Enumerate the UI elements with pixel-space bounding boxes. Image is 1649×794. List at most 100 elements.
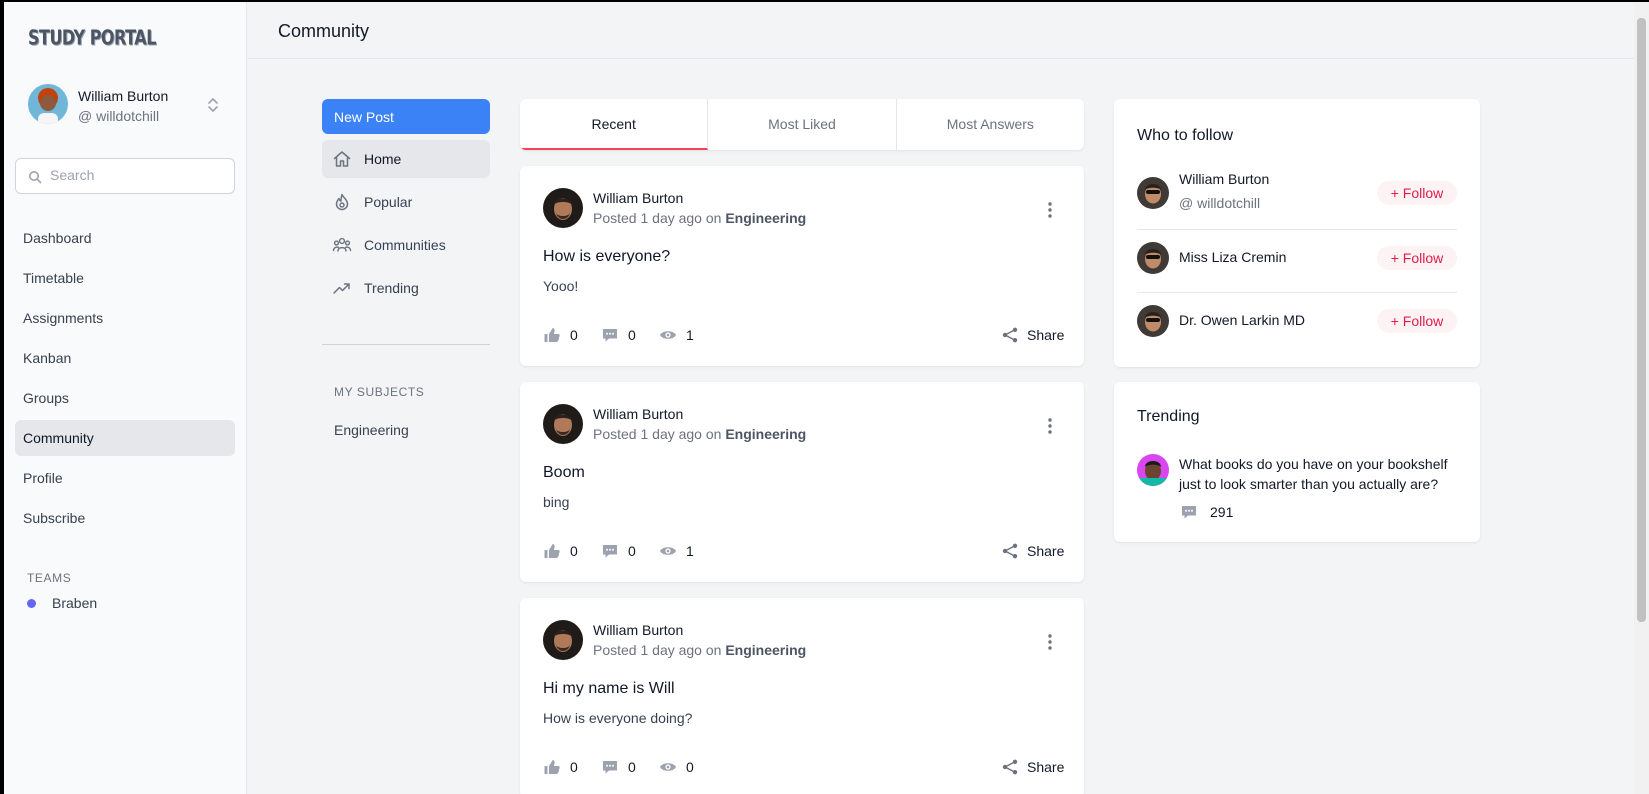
share-label: Share <box>1027 543 1065 559</box>
community-nav-popular[interactable]: Popular <box>322 183 490 221</box>
comment-icon <box>603 329 617 342</box>
sidebar-item-kanban[interactable]: Kanban <box>15 340 235 376</box>
chevron-up-down-icon[interactable] <box>206 96 220 114</box>
search-input[interactable] <box>50 167 220 183</box>
thumbs-up-icon <box>544 760 560 774</box>
post-posted-text: Posted 1 day ago on <box>593 642 722 658</box>
community-nav-divider <box>322 344 490 345</box>
avatar <box>1137 242 1169 274</box>
user-menu[interactable]: William Burton @ willdotchill <box>28 84 228 128</box>
team-label: Braben <box>52 595 98 611</box>
tab-recent[interactable]: Recent <box>520 99 709 150</box>
community-nav-communities[interactable]: Communities <box>322 226 490 264</box>
avatar <box>1137 177 1169 209</box>
follow-name[interactable]: William Burton <box>1179 171 1269 187</box>
feed-tabs: Recent Most Liked Most Answers <box>520 99 1084 150</box>
more-vertical-icon[interactable] <box>1040 632 1060 652</box>
community-nav: New Post Home Popular Communities Trendi… <box>322 99 490 312</box>
team-color-dot <box>27 599 36 608</box>
scrollbar[interactable] <box>1634 2 1649 794</box>
post-title[interactable]: Hi my name is Will <box>543 680 675 698</box>
follow-button[interactable]: + Follow <box>1377 309 1457 333</box>
community-nav-trending[interactable]: Trending <box>322 269 490 307</box>
subjects-heading: MY SUBJECTS <box>334 385 425 399</box>
new-post-button[interactable]: New Post <box>322 99 490 134</box>
comment-count: 0 <box>628 543 636 559</box>
app-logo[interactable]: STUDY PORTAL <box>28 26 156 50</box>
subject-item-engineering[interactable]: Engineering <box>334 422 409 438</box>
follow-suggestion: Dr. Owen Larkin MD + Follow <box>1137 297 1457 347</box>
share-button[interactable]: Share <box>1001 325 1071 345</box>
eye-icon <box>660 763 676 771</box>
avatar <box>543 188 583 228</box>
follow-button[interactable]: + Follow <box>1377 181 1457 205</box>
sidebar-item-subscribe[interactable]: Subscribe <box>15 500 235 536</box>
follow-suggestion: William Burton @ willdotchill + Follow <box>1137 169 1457 219</box>
fire-icon <box>335 193 349 211</box>
post-subject-link[interactable]: Engineering <box>725 642 806 658</box>
follow-suggestion: Miss Liza Cremin + Follow <box>1137 234 1457 284</box>
share-label: Share <box>1027 759 1065 775</box>
comment-button[interactable]: 0 <box>601 757 641 777</box>
sidebar-item-assignments[interactable]: Assignments <box>15 300 235 336</box>
team-item-braben[interactable]: Braben <box>27 593 97 613</box>
view-count: 1 <box>686 327 694 343</box>
share-button[interactable]: Share <box>1001 757 1071 777</box>
scrollbar-thumb[interactable] <box>1637 18 1646 622</box>
comment-count: 0 <box>628 759 636 775</box>
post-subject-link[interactable]: Engineering <box>725 426 806 442</box>
follow-name[interactable]: Dr. Owen Larkin MD <box>1179 312 1305 328</box>
community-nav-label: Communities <box>364 237 446 253</box>
post-author[interactable]: William Burton <box>593 406 683 422</box>
who-to-follow-title: Who to follow <box>1137 127 1234 144</box>
thumbs-up-icon <box>544 544 560 558</box>
post-title[interactable]: How is everyone? <box>543 248 670 266</box>
sidebar-item-timetable[interactable]: Timetable <box>15 260 235 296</box>
comment-button[interactable]: 0 <box>601 541 641 561</box>
sidebar-item-dashboard[interactable]: Dashboard <box>15 220 235 256</box>
sidebar: STUDY PORTAL William Burton @ willdotchi… <box>4 2 247 794</box>
community-nav-label: Popular <box>364 194 413 210</box>
post-title[interactable]: Boom <box>543 464 585 482</box>
post-posted-text: Posted 1 day ago on <box>593 426 722 442</box>
sidebar-item-profile[interactable]: Profile <box>15 460 235 496</box>
views-stat: 1 <box>659 541 699 561</box>
like-button[interactable]: 0 <box>543 757 583 777</box>
community-nav-label: Home <box>364 151 402 167</box>
teams-heading: TEAMS <box>27 571 72 585</box>
like-button[interactable]: 0 <box>543 325 583 345</box>
post-author[interactable]: William Burton <box>593 190 683 206</box>
share-label: Share <box>1027 327 1065 343</box>
post-subject-link[interactable]: Engineering <box>725 210 806 226</box>
view-count: 0 <box>686 759 694 775</box>
tab-most-liked[interactable]: Most Liked <box>708 99 897 150</box>
users-icon <box>332 237 352 252</box>
share-icon <box>1002 759 1018 775</box>
follow-name[interactable]: Miss Liza Cremin <box>1179 249 1286 265</box>
divider <box>1137 229 1457 230</box>
more-vertical-icon[interactable] <box>1040 416 1060 436</box>
more-vertical-icon[interactable] <box>1040 200 1060 220</box>
comment-icon <box>603 761 617 774</box>
comment-icon <box>1182 506 1196 519</box>
post-author[interactable]: William Burton <box>593 622 683 638</box>
sidebar-item-groups[interactable]: Groups <box>15 380 235 416</box>
home-icon <box>333 151 351 167</box>
search-icon <box>29 171 42 184</box>
views-stat: 1 <box>659 325 699 345</box>
like-button[interactable]: 0 <box>543 541 583 561</box>
post-card: William Burton Posted 1 day ago on Engin… <box>520 382 1084 582</box>
user-handle: @ willdotchill <box>78 108 160 124</box>
sidebar-item-community[interactable]: Community <box>15 420 235 456</box>
page-title: Community <box>278 21 370 41</box>
trending-text: What books do you have on your bookshelf… <box>1179 456 1448 492</box>
avatar <box>1137 305 1169 337</box>
tab-most-answers[interactable]: Most Answers <box>897 99 1084 150</box>
search-box <box>15 158 235 194</box>
community-nav-home[interactable]: Home <box>322 140 490 178</box>
post-meta: Posted 1 day ago on Engineering <box>593 642 806 658</box>
follow-button[interactable]: + Follow <box>1377 246 1457 270</box>
share-button[interactable]: Share <box>1001 541 1071 561</box>
comment-button[interactable]: 0 <box>601 325 641 345</box>
eye-icon <box>660 547 676 555</box>
